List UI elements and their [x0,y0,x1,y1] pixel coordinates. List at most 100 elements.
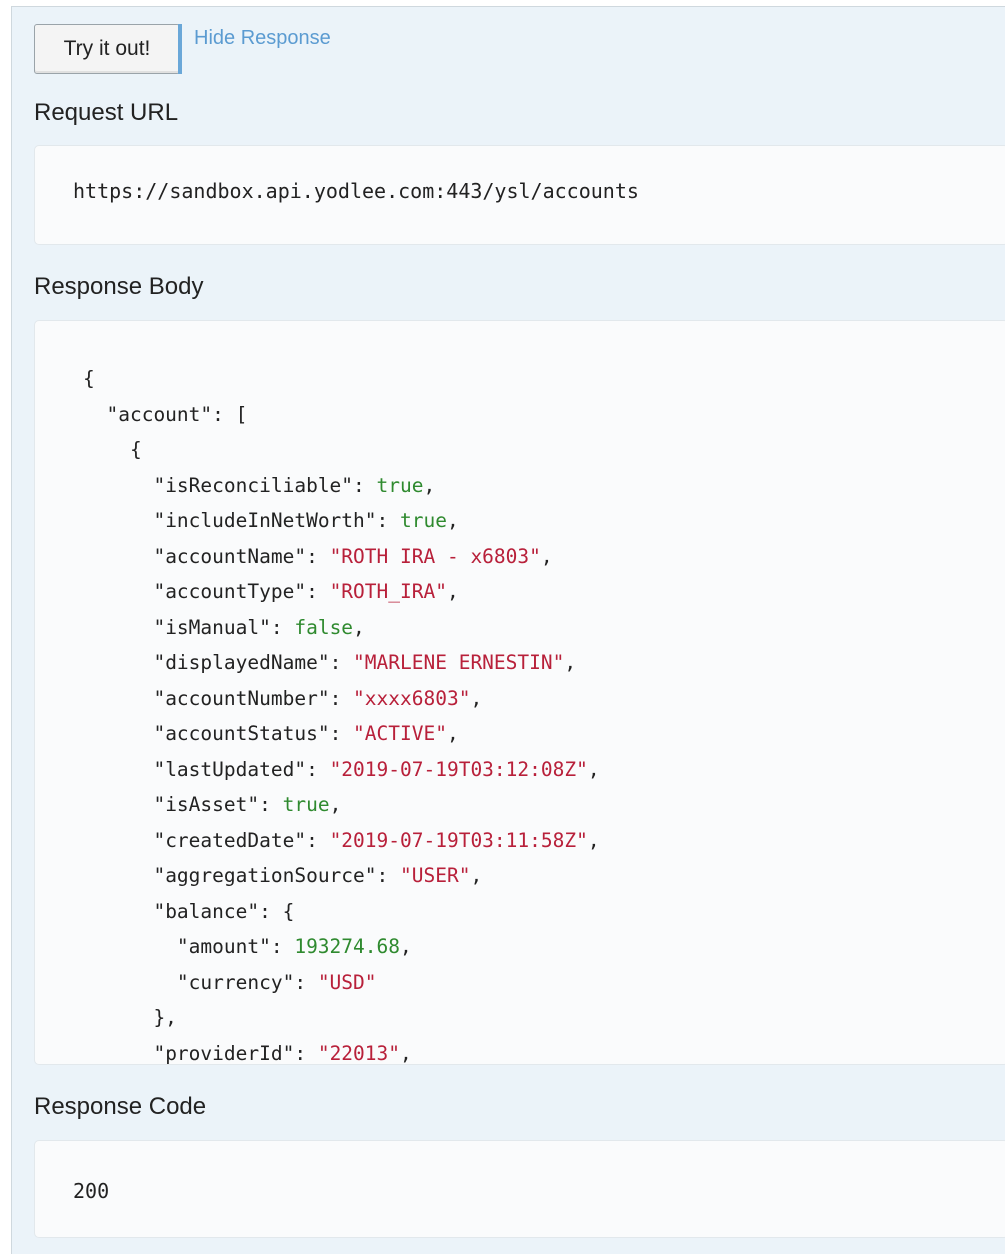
json-punctuation: : [376,864,400,887]
json-key: "isAsset" [153,793,260,816]
json-literal-value: true [376,473,424,497]
json-punctuation: : [294,1041,318,1065]
json-string-value: "USD" [317,970,377,994]
json-key: "account" [106,402,213,426]
json-string-value: "MARLENE ERNESTIN" [353,651,565,674]
json-punctuation: : [329,651,354,674]
json-key: "includeInNetWorth" [153,509,377,532]
json-number-value: 193274.68 [294,935,400,958]
response-body-title: Response Body [34,273,204,300]
json-punctuation: : [306,757,330,781]
json-key: "accountType" [153,580,307,603]
json-punctuation: , [423,473,436,497]
json-string-value: "xxxx6803" [353,686,471,710]
json-key: "amount" [176,935,271,958]
json-punctuation: { [83,438,142,461]
json-key: "accountName" [153,544,307,568]
json-line: "currency": "USD" [83,965,600,1001]
json-string-value: "2019-07-19T03:11:58Z" [329,828,588,852]
json-punctuation [83,651,153,674]
response-code-title: Response Code [34,1093,207,1120]
json-key: "providerId" [153,1041,295,1065]
json-line: "balance": { [83,894,600,930]
request-url-panel: https://sandbox.api.yodlee.com:443/ysl/a… [34,145,1005,245]
try-it-out-button[interactable]: Try it out! [34,24,180,74]
json-key: "lastUpdated" [153,757,307,781]
json-punctuation: , [587,828,600,852]
json-line: { [83,361,600,397]
json-punctuation: : [329,722,354,745]
request-url-value: https://sandbox.api.yodlee.com:443/ysl/a… [73,179,639,203]
json-key: "currency" [176,970,295,994]
json-punctuation [83,793,153,816]
json-punctuation: : [294,970,318,994]
json-punctuation: : [ [212,402,248,426]
json-punctuation: : [270,615,295,639]
response-body-panel[interactable]: { "account": [ { "isReconciliable": true… [34,320,1005,1065]
json-line: "accountNumber": "xxxx6803", [83,681,600,717]
json-line: "accountStatus": "ACTIVE", [83,716,600,752]
json-string-value: "ROTH_IRA" [329,580,447,603]
json-punctuation: , [446,722,459,745]
json-line: "amount": 193274.68, [83,929,600,965]
json-punctuation [83,829,153,852]
response-body-scroll-area[interactable]: { "account": [ { "isReconciliable": true… [35,321,1005,1064]
json-key: "accountNumber" [153,686,330,710]
json-punctuation: , [587,757,600,781]
json-literal-value: false [294,615,354,639]
request-url-title: Request URL [34,99,179,126]
json-line: "accountType": "ROTH_IRA", [83,574,600,610]
json-punctuation: , [446,509,459,532]
json-line: "account": [ [83,397,600,433]
json-punctuation: , [353,615,365,639]
json-line: }, [83,1000,600,1036]
json-line: "isManual": false, [83,610,600,646]
json-key: "aggregationSource" [153,864,377,887]
json-key: "isManual" [153,615,271,639]
json-punctuation: , [400,935,412,958]
json-literal-value: true [400,509,447,532]
json-line: "isReconciliable": true, [83,468,600,504]
json-punctuation [83,580,153,603]
json-punctuation [83,616,153,639]
json-punctuation: : [306,544,330,568]
json-string-value: "2019-07-19T03:12:08Z" [329,757,588,781]
hide-response-link[interactable]: Hide Response [194,27,331,50]
json-key: "accountStatus" [153,722,330,745]
json-punctuation [83,758,153,781]
json-line: "displayedName": "MARLENE ERNESTIN", [83,645,600,681]
json-punctuation [83,545,153,568]
json-punctuation [83,403,106,426]
response-container: Try it out! Hide Response Request URL ht… [11,6,1005,1254]
json-punctuation: }, [83,1006,177,1029]
json-punctuation [83,935,177,958]
json-line: "accountName": "ROTH IRA - x6803", [83,539,600,575]
json-line: "isAsset": true, [83,787,600,823]
json-punctuation: , [540,544,553,568]
json-punctuation [83,1042,153,1065]
json-punctuation: : [270,935,295,958]
json-line: "aggregationSource": "USER", [83,858,600,894]
button-focus-accent [178,24,182,74]
json-punctuation: : [353,473,377,497]
json-punctuation [83,474,153,497]
json-key: "displayedName" [153,651,330,674]
json-line: { [83,432,600,468]
json-punctuation: : [306,580,330,603]
json-punctuation: , [329,793,342,816]
json-line: "includeInNetWorth": true, [83,503,600,539]
response-body-json: { "account": [ { "isReconciliable": true… [83,361,600,1064]
json-punctuation: : [376,509,400,532]
json-key: "balance" [153,899,260,923]
json-string-value: "USER" [400,864,471,887]
json-punctuation [83,864,153,887]
json-punctuation: : [329,686,354,710]
json-literal-value: true [282,793,330,816]
json-punctuation: , [446,580,459,603]
response-code-panel: 200 [34,1140,1005,1238]
json-line: "lastUpdated": "2019-07-19T03:12:08Z", [83,752,600,788]
json-punctuation [83,509,153,532]
response-code-value: 200 [73,1179,110,1203]
json-punctuation: , [564,651,577,674]
json-string-value: "22013" [317,1041,401,1065]
